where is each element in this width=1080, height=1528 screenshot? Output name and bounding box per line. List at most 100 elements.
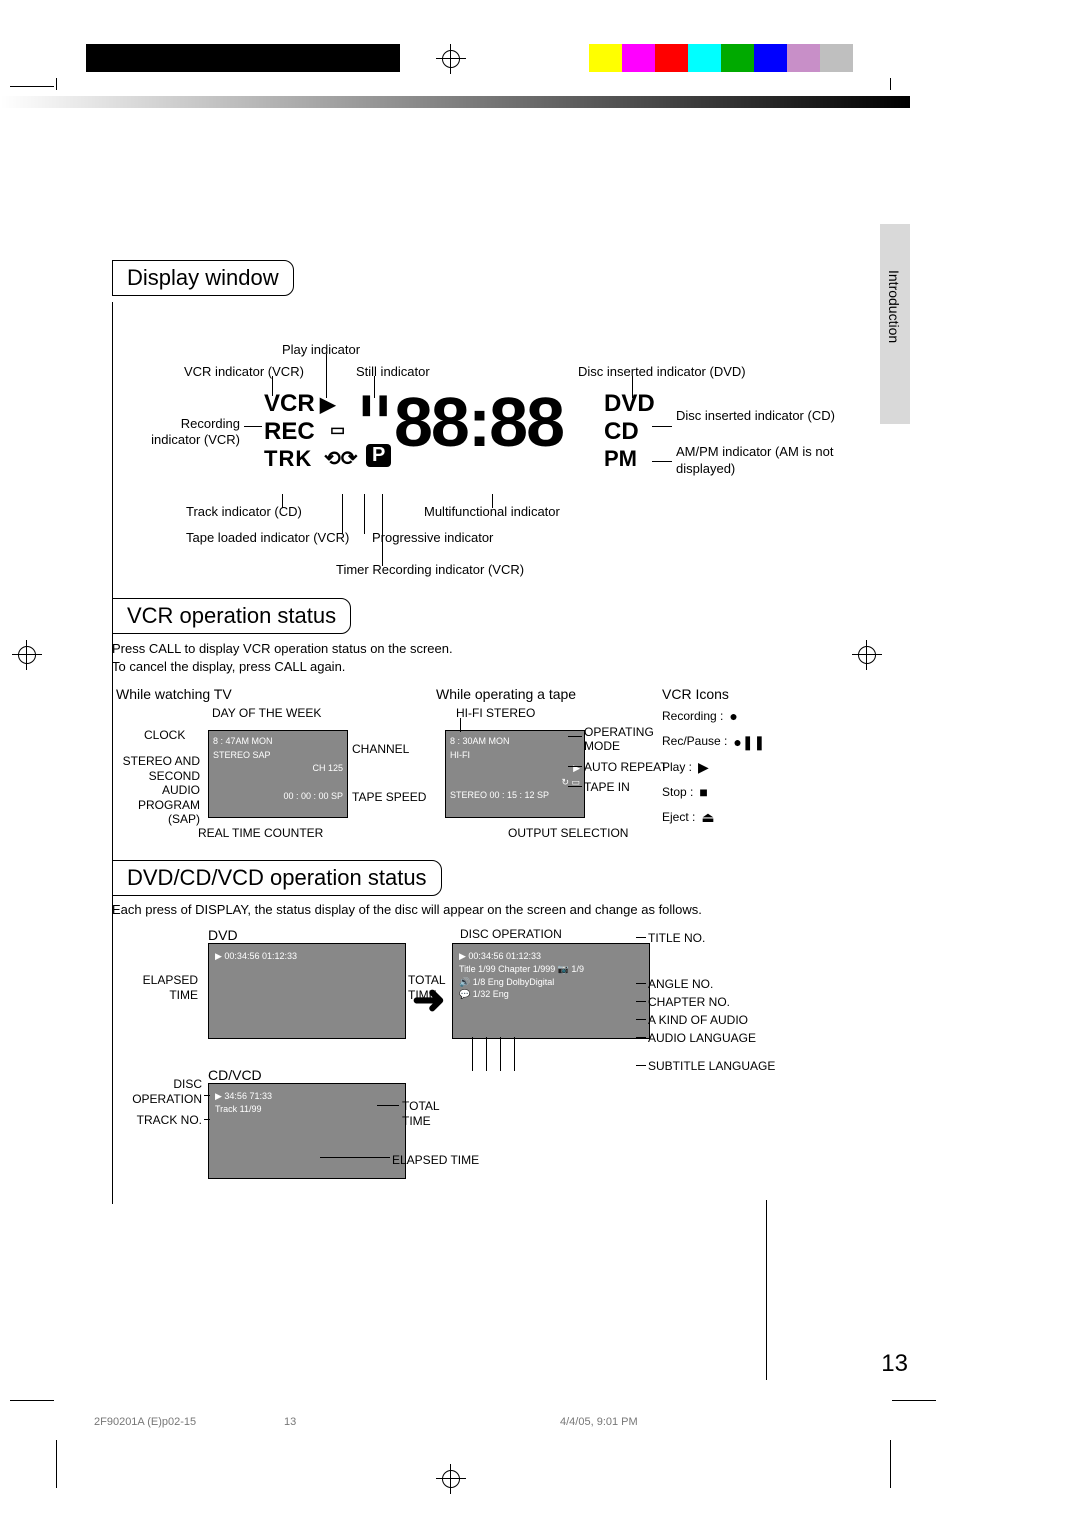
label-auto-repeat: AUTO REPEAT (584, 760, 668, 774)
color-swatch (754, 44, 787, 72)
osd-tape-l4a: ↻ ▭ (450, 776, 580, 790)
vcr-icons-list: Recording :● Rec/Pause :●❚❚ Play :▶ Stop… (662, 704, 765, 830)
dvd-desc: Each press of DISPLAY, the status displa… (112, 902, 878, 917)
color-swatch (787, 44, 820, 72)
label-progressive: Progressive indicator (372, 530, 493, 545)
label-title-no: TITLE NO. (648, 931, 705, 945)
pause-icon: ❚❚ (358, 392, 392, 417)
osd-dvd-1: ▶ 00:34:56 01:12:33 (208, 943, 406, 1039)
label-subtitle-lang: SUBTITLE LANGUAGE (648, 1059, 775, 1073)
osd-tape-l3: ▶ (450, 762, 580, 776)
dvd-diagram: DVD ELAPSED TIME TOTAL TIME ▶ 00:34:56 0… (112, 927, 878, 1277)
col-title-vcr-icons: VCR Icons (662, 686, 729, 702)
label-clock: CLOCK (144, 728, 185, 742)
display-core: VCR ▶ ❚❚ REC ▭ TRK ⟲⟳ P 88:88 DVD CD PM (354, 392, 754, 482)
side-tab-label: Introduction (886, 270, 902, 343)
label-vcr-indicator: VCR indicator (VCR) (184, 364, 304, 379)
osd-dvd2-l4: 💬 1/32 Eng (459, 988, 643, 1001)
vcr-desc-2: To cancel the display, press CALL again. (112, 659, 345, 674)
registration-mark-top (436, 44, 466, 74)
color-swatches (556, 44, 853, 72)
disp-vcr: VCR (264, 390, 315, 418)
label-tape-in: TAPE IN (584, 780, 630, 794)
osd-dvd2-l1: ▶ 00:34:56 01:12:33 (459, 950, 643, 963)
crop-tick (10, 1400, 54, 1401)
footer-docid: 2F90201A (E)p02-15 (94, 1416, 196, 1428)
label-track-no: TRACK NO. (112, 1113, 202, 1127)
color-swatch (688, 44, 721, 72)
label-disc-dvd: Disc inserted indicator (DVD) (578, 364, 746, 379)
crop-tick (890, 78, 891, 90)
section-title-dvd: DVD/CD/VCD operation status (112, 860, 442, 896)
disp-digits: 88:88 (394, 382, 563, 462)
osd-tape: 8 : 30AM MON HI-FI ▶ ↻ ▭ STEREO 00 : 15 … (445, 730, 585, 818)
osd-dvd2-l2: Title 1/99 Chapter 1/999 📷 1/9 (459, 963, 643, 976)
label-rtcounter: REAL TIME COUNTER (198, 826, 323, 840)
tape-icon: ⟲⟳ (324, 446, 358, 471)
icon-label-play: Play : (662, 757, 692, 779)
disp-cd: CD (604, 418, 639, 446)
osd-tv-l3: CH 125 (213, 762, 343, 776)
osd-tv-l4: 00 : 00 : 00 SP (213, 790, 343, 804)
color-swatch (556, 44, 589, 72)
label-hifi: HI-FI STEREO (456, 706, 535, 720)
label-channel: CHANNEL (352, 742, 409, 756)
vcr-diagram: While watching TV While operating a tape… (112, 686, 878, 846)
arrow-right-icon: ➜ (412, 977, 446, 1023)
color-swatch (721, 44, 754, 72)
footer-date: 4/4/05, 9:01 PM (560, 1416, 638, 1428)
vcr-desc-1: Press CALL to display VCR operation stat… (112, 641, 453, 656)
label-tape-speed: TAPE SPEED (352, 790, 426, 804)
label-audio-lang: AUDIO LANGUAGE (648, 1031, 756, 1045)
osd-dvd2-l3: 🔊 1/8 Eng DolbyDigital (459, 976, 643, 989)
color-swatch (589, 44, 622, 72)
rec-pause-icon: ●❚❚ (733, 730, 765, 755)
section-title-display: Display window (112, 260, 294, 296)
label-recording: Recording indicator (VCR) (130, 416, 240, 447)
crop-tick (10, 86, 54, 87)
gradient-bar (0, 96, 910, 108)
cassette-icon: ▭ (330, 420, 345, 440)
crop-tick (890, 1440, 891, 1488)
label-kind-audio: A KIND OF AUDIO (648, 1013, 748, 1027)
label-disc-operation-left: DISC OPERATION (112, 1077, 202, 1106)
play-icon: ▶ (698, 755, 709, 780)
osd-dvd-2: ▶ 00:34:56 01:12:33 Title 1/99 Chapter 1… (452, 943, 650, 1039)
disp-trk: TRK (264, 446, 312, 472)
label-still-indicator: Still indicator (356, 364, 430, 379)
registration-mark-bottom (436, 1464, 466, 1494)
page-number: 13 (881, 1350, 908, 1378)
label-angle-no: ANGLE NO. (648, 977, 713, 991)
eject-icon: ⏏ (701, 805, 714, 830)
crop-tick (56, 1440, 57, 1488)
label-total-time-2: TOTAL TIME (402, 1099, 462, 1128)
crop-tick (892, 1400, 936, 1401)
osd-cd-l1: ▶ 34:56 71:33 (215, 1090, 399, 1103)
label-play-indicator: Play indicator (282, 342, 360, 357)
osd-tape-l4: STEREO 00 : 15 : 12 SP (450, 789, 580, 803)
stop-icon: ■ (699, 780, 707, 805)
col-title-watching-tv: While watching TV (116, 686, 232, 702)
disp-rec: REC (264, 418, 315, 446)
osd-dvd1-l1: ▶ 00:34:56 01:12:33 (215, 950, 399, 963)
label-cdvcd: CD/VCD (208, 1067, 262, 1083)
right-rule (766, 1200, 767, 1380)
osd-cd-l2: Track 11/99 (215, 1103, 399, 1116)
osd-cd: ▶ 34:56 71:33 Track 11/99 (208, 1083, 406, 1179)
disp-p: P (366, 444, 391, 467)
label-chapter-no: CHAPTER NO. (648, 995, 730, 1009)
print-bar-black (86, 44, 400, 72)
osd-tv-l2: STEREO SAP (213, 749, 343, 763)
crop-tick (56, 78, 57, 90)
section-title-vcr: VCR operation status (112, 598, 351, 634)
registration-mark-left (12, 640, 42, 670)
disp-pm: PM (604, 446, 637, 472)
icon-label-eject: Eject : (662, 807, 695, 829)
osd-tape-l2: HI-FI (450, 749, 580, 763)
label-tape-loaded: Tape loaded indicator (VCR) (186, 530, 349, 545)
label-track-cd: Track indicator (CD) (186, 504, 302, 519)
color-swatch (655, 44, 688, 72)
record-icon: ● (729, 704, 737, 729)
display-diagram: Play indicator VCR indicator (VCR) Still… (112, 298, 878, 592)
color-swatch (622, 44, 655, 72)
